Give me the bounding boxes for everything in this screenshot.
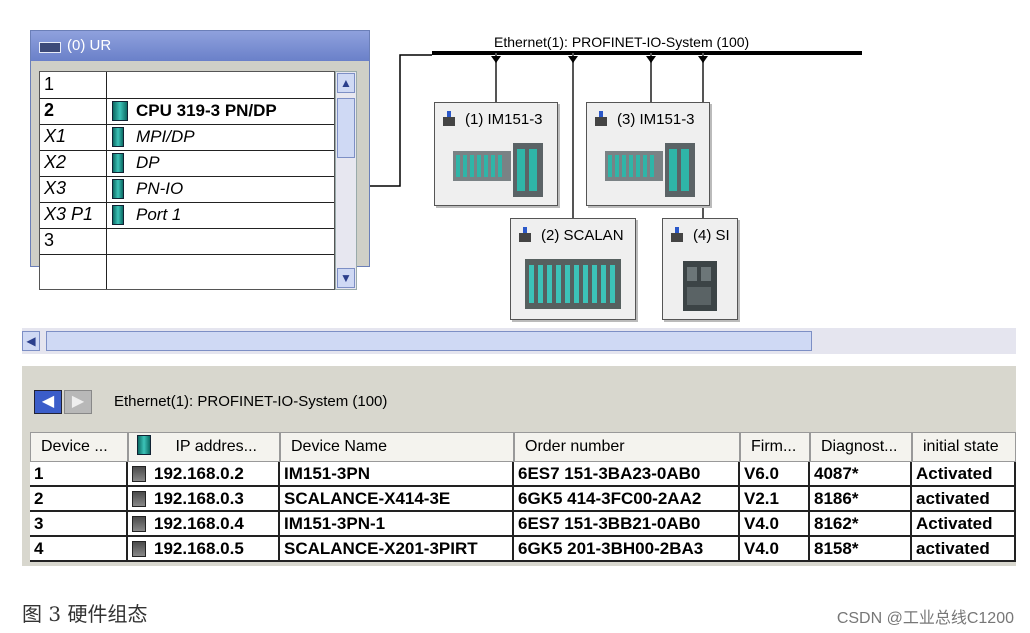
- cell-order-number[interactable]: 6ES7 151-3BA23-0AB0: [514, 462, 740, 487]
- device-icon: [443, 111, 455, 126]
- device-icon: [132, 466, 146, 482]
- cell-device-number[interactable]: 1: [30, 462, 128, 487]
- column-header-device[interactable]: Device ...: [30, 432, 128, 462]
- cell-device-name[interactable]: IM151-3PN: [280, 462, 514, 487]
- cell-firmware[interactable]: V6.0: [740, 462, 810, 487]
- panel-title: Ethernet(1): PROFINET-IO-System (100): [114, 393, 388, 410]
- network-horizontal-scrollbar[interactable]: ◀: [22, 328, 1016, 354]
- cell-initial-state[interactable]: Activated: [912, 462, 1016, 487]
- column-header-order-number[interactable]: Order number: [514, 432, 740, 462]
- scroll-left-button[interactable]: ◀: [22, 331, 40, 351]
- cell-firmware[interactable]: V4.0: [740, 512, 810, 537]
- cell-device-number[interactable]: 3: [30, 512, 128, 537]
- device-label: (4) SI: [693, 227, 730, 244]
- junction-marker: [646, 56, 656, 63]
- junction-marker: [491, 56, 501, 63]
- cell-device-number[interactable]: 4: [30, 537, 128, 562]
- cell-diagnostic[interactable]: 8186*: [810, 487, 912, 512]
- switch-image-icon: [525, 259, 621, 309]
- cell-firmware[interactable]: V2.1: [740, 487, 810, 512]
- column-header-initial-state[interactable]: initial state: [912, 432, 1016, 462]
- cell-ip[interactable]: 192.168.0.3: [128, 487, 280, 512]
- device-icon: [132, 516, 146, 532]
- module-icon: [137, 435, 151, 455]
- cell-diagnostic[interactable]: 8158*: [810, 537, 912, 562]
- cell-ip[interactable]: 192.168.0.2: [128, 462, 280, 487]
- scroll-thumb[interactable]: [46, 331, 812, 351]
- ethernet-label: Ethernet(1): PROFINET-IO-System (100): [494, 34, 750, 50]
- cell-diagnostic[interactable]: 4087*: [810, 462, 912, 487]
- cell-ip-text: 192.168.0.2: [154, 464, 244, 483]
- back-arrow-button[interactable]: ◀: [34, 390, 62, 414]
- small-switch-image-icon: [683, 261, 717, 311]
- device-icon: [132, 491, 146, 507]
- device-im151-3-1[interactable]: (1) IM151-3: [434, 102, 558, 206]
- device-scalance-4[interactable]: (4) SI: [662, 218, 738, 320]
- device-icon: [671, 227, 683, 242]
- cell-ip-text: 192.168.0.5: [154, 539, 244, 558]
- junction-marker: [568, 56, 578, 63]
- watermark: CSDN @工业总线C1200: [836, 610, 1014, 627]
- cell-device-number[interactable]: 2: [30, 487, 128, 512]
- cell-firmware[interactable]: V4.0: [740, 537, 810, 562]
- cell-diagnostic[interactable]: 8162*: [810, 512, 912, 537]
- column-header-firmware[interactable]: Firm...: [740, 432, 810, 462]
- column-header-ip-label: IP addres...: [175, 438, 257, 455]
- forward-arrow-button[interactable]: ▶: [64, 390, 92, 414]
- junction-marker: [698, 56, 708, 63]
- cell-initial-state[interactable]: Activated: [912, 512, 1016, 537]
- cell-initial-state[interactable]: activated: [912, 537, 1016, 562]
- column-header-diagnostic[interactable]: Diagnost...: [810, 432, 912, 462]
- cell-ip-text: 192.168.0.4: [154, 514, 244, 533]
- device-list-panel: ◀ ▶ Ethernet(1): PROFINET-IO-System (100…: [22, 366, 1016, 566]
- cell-ip[interactable]: 192.168.0.5: [128, 537, 280, 562]
- rack-connection-line: [370, 54, 432, 187]
- device-icon: [519, 227, 531, 242]
- device-icon: [132, 541, 146, 557]
- column-header-ip[interactable]: IP addres...: [128, 432, 280, 462]
- figure-caption: 图 3 硬件组态: [22, 602, 148, 626]
- device-icon: [595, 111, 607, 126]
- cell-ip-text: 192.168.0.3: [154, 489, 244, 508]
- device-im151-3-3[interactable]: (3) IM151-3: [586, 102, 710, 206]
- cell-device-name[interactable]: IM151-3PN-1: [280, 512, 514, 537]
- cell-device-name[interactable]: SCALANCE-X414-3E: [280, 487, 514, 512]
- cell-order-number[interactable]: 6ES7 151-3BB21-0AB0: [514, 512, 740, 537]
- cell-order-number[interactable]: 6GK5 414-3FC00-2AA2: [514, 487, 740, 512]
- et200s-image-icon: [605, 143, 695, 197]
- device-label: (1) IM151-3: [465, 111, 543, 128]
- cell-initial-state[interactable]: activated: [912, 487, 1016, 512]
- et200s-image-icon: [453, 143, 543, 197]
- column-header-device-name[interactable]: Device Name: [280, 432, 514, 462]
- device-label: (2) SCALAN: [541, 227, 624, 244]
- cell-device-name[interactable]: SCALANCE-X201-3PIRT: [280, 537, 514, 562]
- device-table: Device ... IP addres... Device Name Orde…: [30, 432, 1016, 564]
- cell-order-number[interactable]: 6GK5 201-3BH00-2BA3: [514, 537, 740, 562]
- device-label: (3) IM151-3: [617, 111, 695, 128]
- device-scalance-2[interactable]: (2) SCALAN: [510, 218, 636, 320]
- cell-ip[interactable]: 192.168.0.4: [128, 512, 280, 537]
